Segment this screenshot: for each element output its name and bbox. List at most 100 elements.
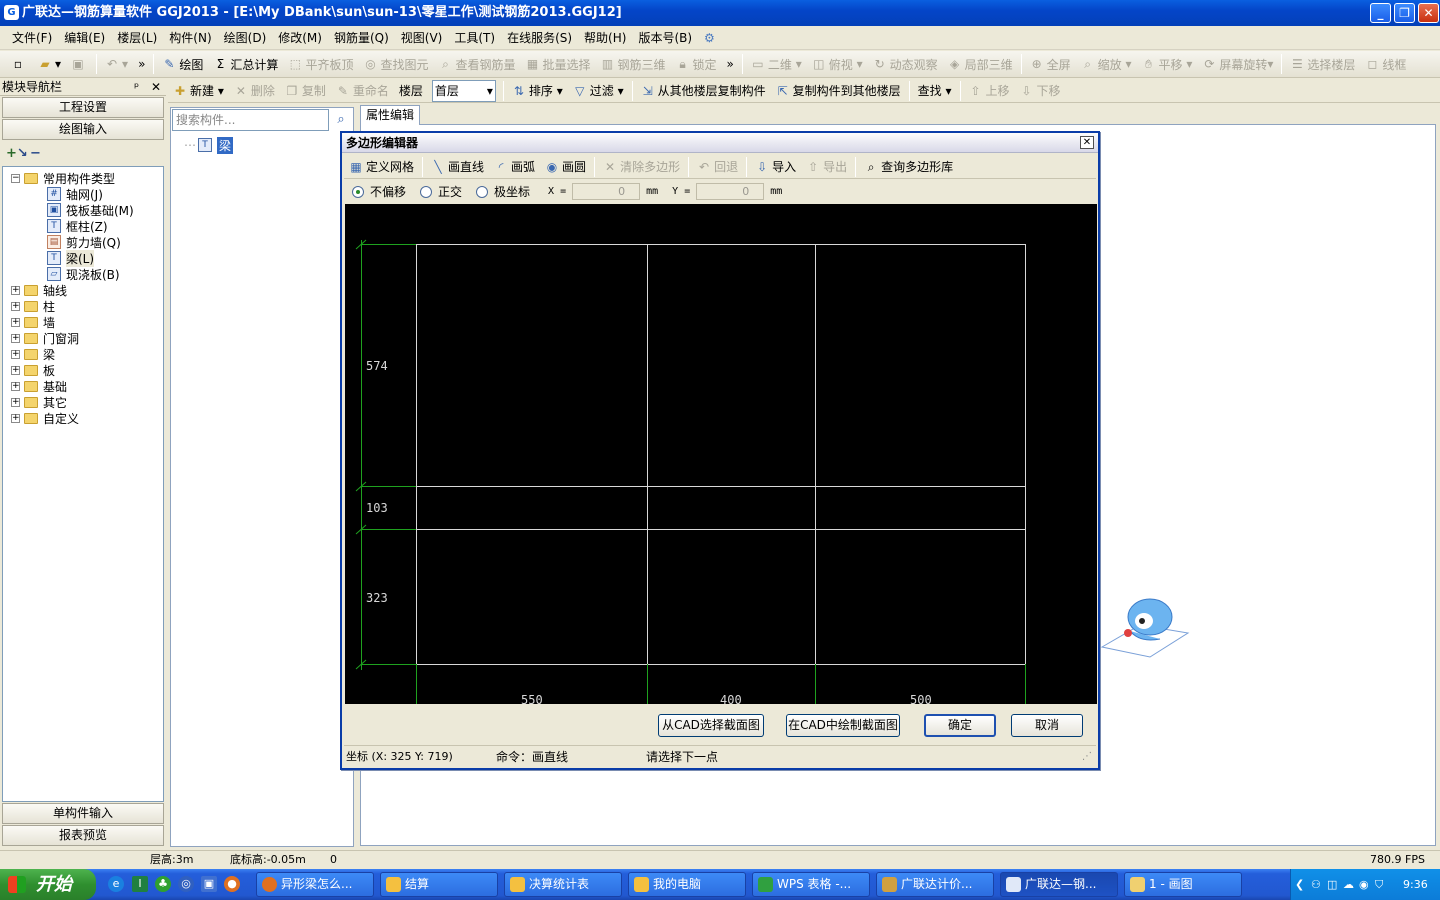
menu-floor[interactable]: 楼层(L) [111, 27, 163, 49]
taskbar-item[interactable]: WPS 表格 -... [752, 872, 870, 897]
wireframe-button[interactable]: ◻ 线框 [1360, 53, 1411, 75]
polygon-drawing-canvas[interactable]: 574 103 323 550 400 500 [345, 204, 1097, 704]
undo-button[interactable]: ↶ ▾ [100, 53, 133, 75]
expand-all-icon[interactable]: +↘ [6, 146, 28, 161]
toolbar-overflow-button-2[interactable]: » [722, 53, 739, 75]
network-icon[interactable]: ⚇ [1311, 869, 1321, 900]
tree-item-cast-slab[interactable]: ▱ 现浇板(B) [47, 266, 120, 282]
define-grid-button[interactable]: ▦ 定义网格 [344, 156, 419, 178]
new-file-button[interactable]: ▫ [6, 53, 33, 75]
copy-to-floor-button[interactable]: ⇱ 复制构件到其他楼层 [771, 80, 906, 102]
ortho-radio[interactable] [420, 185, 433, 198]
report-preview-button[interactable]: 报表预览 [2, 825, 164, 846]
search-icon[interactable]: ⌕ [330, 109, 352, 131]
draw-circle-button[interactable]: ◉ 画圆 [540, 156, 591, 178]
menu-rebar[interactable]: 钢筋量(Q) [328, 27, 395, 49]
polar-radio[interactable] [476, 185, 489, 198]
no-offset-radio[interactable] [352, 185, 364, 198]
find-element-button[interactable]: ◎ 查找图元 [358, 53, 433, 75]
tree-group-custom[interactable]: + 自定义 [11, 410, 79, 426]
tree-group-wall[interactable]: + 墙 [11, 314, 55, 330]
undo-step-button[interactable]: ↶ 回退 [692, 156, 743, 178]
close-panel-icon[interactable]: ✕ [151, 79, 161, 96]
query-polygon-lib-button[interactable]: ⌕ 查询多边形库 [859, 156, 958, 178]
flush-top-button[interactable]: ⬚ 平齐板顶 [283, 53, 358, 75]
toolbar-overflow-button[interactable]: » [133, 53, 150, 75]
expand-icon[interactable]: + [11, 301, 20, 311]
x-input[interactable]: 0 [572, 183, 641, 200]
tree-group-openings[interactable]: + 门窗洞 [11, 330, 79, 346]
security-icon[interactable]: ⛉ [1375, 869, 1383, 900]
floor-select[interactable]: 首层 ▾ [431, 79, 496, 102]
expand-icon[interactable]: + [11, 349, 20, 359]
taskbar-item[interactable]: 决算统计表 [504, 872, 622, 897]
tree-group-other[interactable]: + 其它 [11, 394, 67, 410]
tree-item-axis-grid[interactable]: # 轴网(J) [47, 186, 103, 202]
copy-button[interactable]: ❐ 复制 [280, 80, 331, 102]
expand-icon[interactable]: + [11, 397, 20, 407]
draw-button[interactable]: ✎ 绘图 [157, 53, 208, 75]
top-view-button[interactable]: ◫ 俯视 ▾ [807, 53, 868, 75]
delete-button[interactable]: ✕ 删除 [229, 80, 280, 102]
cancel-button[interactable]: 取消 [1011, 714, 1083, 737]
summary-button[interactable]: Σ 汇总计算 [208, 53, 283, 75]
tree-group-foundation[interactable]: + 基础 [11, 378, 67, 394]
sort-button[interactable]: ⇅ 排序 ▾ [507, 80, 568, 102]
app-icon[interactable]: ▣ [201, 876, 217, 892]
copy-from-floor-button[interactable]: ⇲ 从其他楼层复制构件 [636, 80, 771, 102]
component-search-input[interactable]: 搜索构件... [172, 109, 329, 131]
new-component-button[interactable]: ✚ 新建 ▾ [168, 80, 229, 102]
save-button[interactable]: ▣ [66, 53, 93, 75]
menu-help[interactable]: 帮助(H) [578, 27, 632, 49]
export-button[interactable]: ⇧ 导出 [801, 156, 852, 178]
draw-arc-button[interactable]: ◜ 画弧 [489, 156, 540, 178]
pin-icon[interactable]: ᵖ [134, 79, 139, 96]
tooth-icon[interactable]: ⚙ [698, 27, 721, 49]
tray-arrow-icon[interactable]: ❮ [1295, 869, 1304, 900]
tray-icon[interactable]: ◉ [1359, 869, 1369, 900]
tree-item-raft-foundation[interactable]: ▣ 筏板基础(M) [47, 202, 134, 218]
expand-icon[interactable]: + [11, 333, 20, 343]
y-input[interactable]: 0 [696, 183, 765, 200]
expand-icon[interactable]: + [11, 365, 20, 375]
batch-select-button[interactable]: ▦ 批量选择 [520, 53, 595, 75]
move-down-button[interactable]: ⇩ 下移 [1015, 80, 1066, 102]
menu-tools[interactable]: 工具(T) [448, 27, 501, 49]
tree-node-common-types[interactable]: − 常用构件类型 [11, 170, 115, 186]
local-3d-button[interactable]: ◈ 局部三维 [943, 53, 1018, 75]
lock-button[interactable]: 🔒︎ 锁定 [671, 53, 722, 75]
tree-group-slab[interactable]: + 板 [11, 362, 55, 378]
collapse-icon[interactable]: − [11, 173, 20, 183]
single-input-button[interactable]: 单构件输入 [2, 803, 164, 824]
menu-view[interactable]: 视图(V) [395, 27, 449, 49]
fullscreen-button[interactable]: ⊕ 全屏 [1025, 53, 1076, 75]
clear-polygon-button[interactable]: ✕ 清除多边形 [598, 156, 685, 178]
ok-button[interactable]: 确定 [924, 714, 996, 737]
menu-version[interactable]: 版本号(B) [632, 27, 698, 49]
tree-group-beam[interactable]: + 梁 [11, 346, 55, 362]
menu-modify[interactable]: 修改(M) [272, 27, 328, 49]
menu-edit[interactable]: 编辑(E) [58, 27, 111, 49]
taskbar-item[interactable]: 异形梁怎么... [256, 872, 374, 897]
project-settings-button[interactable]: 工程设置 [2, 97, 164, 118]
tree-group-axis[interactable]: + 轴线 [11, 282, 67, 298]
collapse-all-icon[interactable]: − [30, 146, 41, 161]
rename-button[interactable]: ✎ 重命名 [331, 80, 394, 102]
taskbar-item[interactable]: 结算 [380, 872, 498, 897]
draw-line-button[interactable]: ╲ 画直线 [426, 156, 489, 178]
tree-icon[interactable]: ♣ [155, 876, 171, 892]
view-rebar-button[interactable]: ⌕ 查看钢筋量 [433, 53, 520, 75]
tree-item-shear-wall[interactable]: ▤ 剪力墙(Q) [47, 234, 121, 250]
start-button[interactable]: 开始 [0, 869, 96, 900]
view-mode-select[interactable]: ▭ 二维 ▾ [746, 53, 807, 75]
cad-draw-section-button[interactable]: 在CAD中绘制截面图 [786, 714, 900, 737]
expand-icon[interactable]: + [11, 285, 20, 295]
menu-component[interactable]: 构件(N) [163, 27, 217, 49]
taskbar-item[interactable]: 我的电脑 [628, 872, 746, 897]
import-button[interactable]: ⇩ 导入 [750, 156, 801, 178]
dynamic-view-button[interactable]: ↻ 动态观察 [868, 53, 943, 75]
component-list-item-beam[interactable]: ⋯ T 梁 [184, 136, 234, 154]
restore-button[interactable]: ❐ [1394, 3, 1415, 23]
firefox-icon[interactable]: ● [224, 876, 240, 892]
tab-property-editor[interactable]: 属性编辑 [360, 105, 420, 125]
